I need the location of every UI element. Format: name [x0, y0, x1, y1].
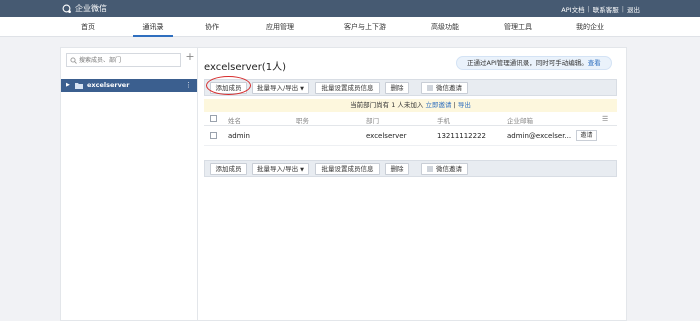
batch-import-export-button[interactable]: 批量导入/导出 ▼: [252, 163, 309, 175]
wechat-icon: [427, 166, 433, 172]
search-icon: [70, 57, 77, 64]
app-logo[interactable]: 企业微信: [62, 3, 107, 14]
wechat-icon: [427, 85, 433, 91]
main-nav: 首页 通讯录 协作 应用管理 客户与上下游 高级功能 管理工具 我的企业: [0, 17, 700, 37]
wechat-invite-label: 微信邀请: [436, 84, 462, 92]
table-header: 姓名 职务 部门 手机 企业邮箱 ☰: [204, 112, 617, 126]
member-search-box[interactable]: [66, 53, 181, 67]
department-item-excelserver[interactable]: ▶ excelserver ⋮: [61, 79, 197, 92]
nav-customers[interactable]: 客户与上下游: [335, 17, 395, 37]
header-phone[interactable]: 手机: [437, 115, 450, 125]
header-email[interactable]: 企业邮箱: [507, 115, 533, 125]
batch-import-export-label: 批量导入/导出: [256, 165, 299, 173]
wechat-invite-label: 微信邀请: [436, 165, 462, 173]
api-notice-link[interactable]: 查看: [588, 59, 601, 67]
pending-invite-bar: 当前部门尚有 1 人未加入 立即邀请 | 导出: [204, 99, 617, 112]
folder-icon: [75, 82, 83, 89]
top-link-divider: |: [587, 5, 590, 13]
logout-link[interactable]: 退出: [627, 4, 640, 14]
wechat-invite-button[interactable]: 微信邀请: [421, 82, 468, 94]
top-links: API文档 | 联系客服 | 退出: [561, 4, 640, 14]
top-bar: 企业微信 API文档 | 联系客服 | 退出: [0, 0, 700, 17]
export-link[interactable]: 导出: [458, 101, 471, 109]
caret-down-icon: ▼: [300, 167, 305, 173]
app-name: 企业微信: [75, 4, 107, 13]
pending-text: 当前部门尚有 1 人未加入: [350, 101, 424, 109]
add-member-button[interactable]: 添加成员: [210, 163, 247, 175]
member-toolbar-top: 添加成员 批量导入/导出 ▼ 批量设置成员信息 删除 微信邀请: [204, 76, 617, 96]
nav-advanced[interactable]: 高级功能: [425, 17, 465, 37]
expand-arrow-icon[interactable]: ▶: [66, 82, 70, 88]
cell-phone: 13211112222: [437, 132, 486, 140]
nav-contacts[interactable]: 通讯录: [133, 17, 173, 37]
batch-import-export-label: 批量导入/导出: [256, 84, 299, 92]
invite-member-button[interactable]: 邀请: [576, 130, 597, 141]
add-department-icon[interactable]: +: [185, 51, 195, 62]
cell-email: admin@excelser...: [507, 132, 572, 140]
member-toolbar-bottom: 添加成员 批量导入/导出 ▼ 批量设置成员信息 删除 微信邀请: [204, 160, 617, 177]
cell-name: admin: [228, 132, 250, 140]
nav-home[interactable]: 首页: [74, 17, 102, 37]
api-notice-text: 正通过API管理通讯录，同时可手动编辑。: [467, 59, 588, 67]
wecom-logo-icon: [62, 4, 72, 14]
department-title: excelserver(1人): [204, 62, 286, 73]
invite-now-link[interactable]: 立即邀请: [426, 101, 452, 109]
api-docs-link[interactable]: API文档: [561, 4, 584, 14]
row-checkbox[interactable]: [210, 132, 217, 139]
delete-button[interactable]: 删除: [385, 82, 409, 94]
select-all-checkbox[interactable]: [210, 115, 217, 122]
department-label: excelserver: [87, 81, 130, 89]
org-sidebar: + ▶ excelserver ⋮: [60, 47, 198, 321]
batch-import-export-button[interactable]: 批量导入/导出 ▼: [252, 82, 309, 94]
cell-department: excelserver: [366, 132, 407, 140]
caret-down-icon: ▼: [300, 86, 305, 92]
header-department[interactable]: 部门: [366, 115, 379, 125]
search-input[interactable]: [79, 55, 179, 66]
more-options-icon[interactable]: ⋮: [185, 81, 192, 89]
batch-set-info-button[interactable]: 批量设置成员信息: [315, 82, 380, 94]
member-panel: excelserver(1人) 正通过API管理通讯录，同时可手动编辑。查看 添…: [198, 47, 627, 321]
batch-set-info-button[interactable]: 批量设置成员信息: [315, 163, 380, 175]
api-notice: 正通过API管理通讯录，同时可手动编辑。查看: [456, 56, 612, 70]
nav-management-tools[interactable]: 管理工具: [498, 17, 538, 37]
contact-support-link[interactable]: 联系客服: [593, 4, 619, 14]
info-separator: |: [453, 101, 456, 109]
table-row[interactable]: admin excelserver 13211112222 admin@exce…: [204, 126, 617, 146]
header-title[interactable]: 职务: [296, 115, 309, 125]
top-link-divider: |: [621, 5, 624, 13]
wechat-invite-button[interactable]: 微信邀请: [421, 163, 468, 175]
nav-app-management[interactable]: 应用管理: [260, 17, 300, 37]
column-settings-icon[interactable]: ☰: [602, 115, 608, 123]
header-name[interactable]: 姓名: [228, 115, 241, 125]
nav-collaboration[interactable]: 协作: [198, 17, 226, 37]
nav-my-company[interactable]: 我的企业: [570, 17, 610, 37]
add-member-button[interactable]: 添加成员: [210, 82, 247, 94]
delete-button[interactable]: 删除: [385, 163, 409, 175]
